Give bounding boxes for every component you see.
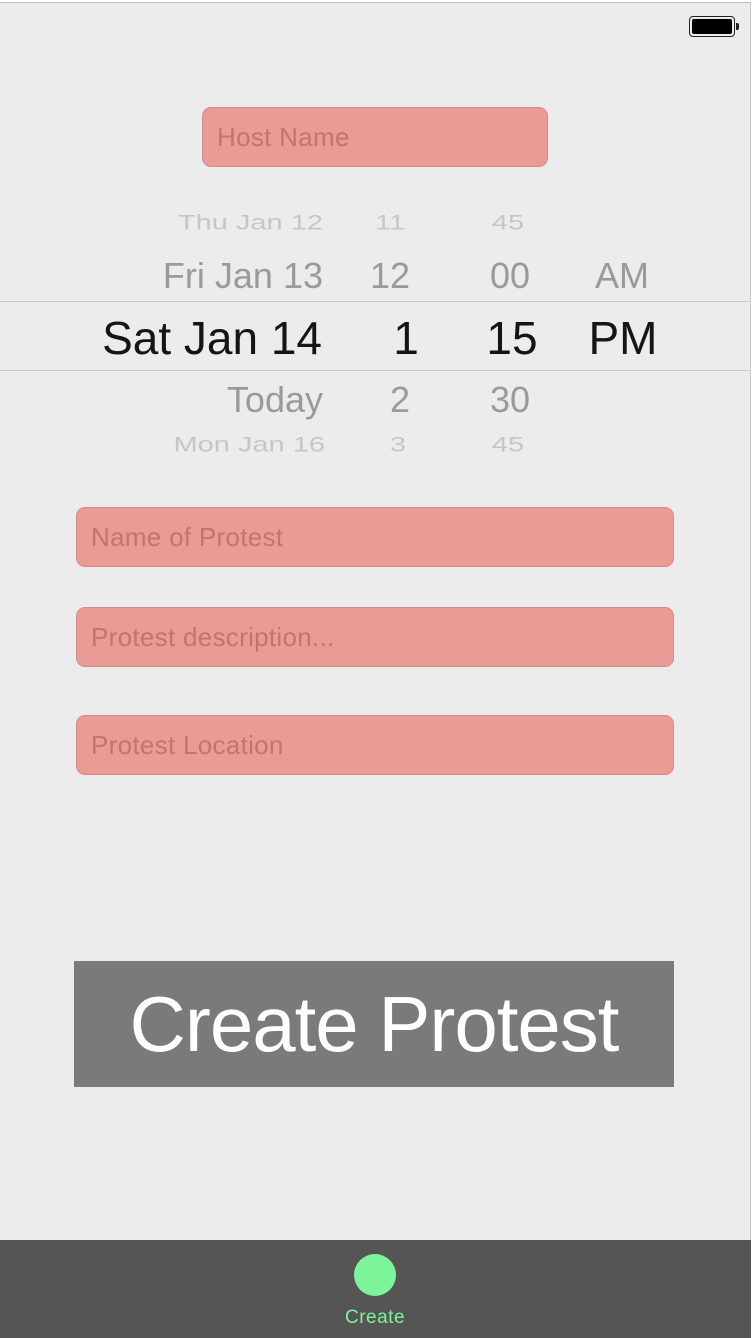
circle-icon — [354, 1254, 396, 1296]
app-screen: Thu Jan 12 Fri Jan 13 Sat Jan 14 Today M… — [0, 2, 751, 1338]
picker-selection-bottom-line — [0, 370, 750, 371]
protest-location-field[interactable] — [76, 715, 674, 775]
protest-name-field[interactable] — [76, 507, 674, 567]
protest-location-input[interactable] — [91, 716, 673, 774]
picker-date-option[interactable]: Thu Jan 12 — [178, 212, 323, 236]
picker-minute-option[interactable]: 45 — [468, 434, 548, 458]
picker-minute-option[interactable]: 00 — [470, 255, 550, 297]
picker-date-selected[interactable]: Sat Jan 14 — [102, 311, 322, 365]
picker-date-option[interactable]: Mon Jan 16 — [173, 434, 325, 458]
protest-description-field[interactable] — [76, 607, 674, 667]
picker-hour-option[interactable]: 12 — [350, 255, 430, 297]
picker-minute-selected[interactable]: 15 — [472, 311, 552, 365]
tab-bar: Create — [0, 1240, 751, 1338]
protest-name-input[interactable] — [91, 508, 673, 566]
picker-hour-option[interactable]: 11 — [350, 212, 430, 236]
host-name-input[interactable] — [217, 108, 547, 166]
tab-create[interactable]: Create — [325, 1240, 425, 1338]
picker-period-option[interactable]: AM — [580, 255, 664, 297]
create-protest-button-label: Create Protest — [129, 979, 620, 1068]
picker-date-option[interactable]: Today — [227, 379, 323, 421]
picker-date-option[interactable]: Fri Jan 13 — [163, 255, 323, 297]
picker-period-selected[interactable]: PM — [580, 311, 666, 365]
picker-minute-option[interactable]: 45 — [468, 212, 548, 236]
picker-hour-option[interactable]: 2 — [360, 379, 440, 421]
create-protest-button[interactable]: Create Protest — [74, 961, 674, 1087]
picker-minute-option[interactable]: 30 — [470, 379, 550, 421]
host-name-field[interactable] — [202, 107, 548, 167]
picker-selection-top-line — [0, 301, 750, 302]
battery-icon — [689, 16, 739, 37]
picker-hour-selected[interactable]: 1 — [366, 311, 446, 365]
protest-description-input[interactable] — [91, 608, 673, 666]
tab-create-label: Create — [344, 1307, 406, 1328]
picker-hour-option[interactable]: 3 — [358, 434, 438, 458]
date-time-picker[interactable]: Thu Jan 12 Fri Jan 13 Sat Jan 14 Today M… — [0, 203, 750, 468]
